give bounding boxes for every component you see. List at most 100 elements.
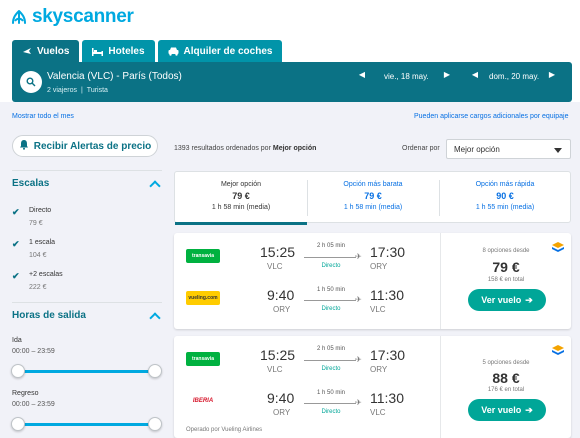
search-button[interactable] [20,71,42,93]
sort-tab-duration: 1 h 58 min (media) [211,204,271,211]
airline-logo: vueling.com [186,291,220,305]
chevron-up-icon[interactable] [149,180,161,192]
checkbox-one-stop[interactable]: ✔ [12,239,22,249]
airline-logo: transavia [186,249,220,263]
search-summary-bar[interactable]: Valencia (VLC) - París (Todos) 2 viajero… [12,62,572,102]
stops-label: Directo [321,366,341,372]
outbound-time-range: 00:00 – 23:59 [12,348,55,355]
airline-logo: transavia [186,352,220,366]
flight-duration: 2 h 05 min [316,243,346,249]
stops-option-label: +2 escalas [29,271,63,278]
outbound-date[interactable]: vie., 18 may. [384,72,429,81]
sort-by-value: Mejor opción [454,145,500,154]
flight-path-line [304,257,356,258]
route-text[interactable]: Valencia (VLC) - París (Todos) [47,71,182,82]
stops-option-price: 104 € [29,252,47,259]
departure-airport: ORY [273,408,291,417]
sort-tab-fastest[interactable]: Opción más rápida 90 € 1 h 55 min (media… [439,172,571,224]
tab-flights[interactable]: Vuelos [12,40,80,62]
arrival-airport: ORY [370,365,388,374]
flight-path-line [304,360,356,361]
sort-tab-price: 90 € [496,191,514,201]
sort-tab-duration: 1 h 55 min (media) [475,204,535,211]
outbound-next-day-arrow[interactable]: ▶ [442,70,452,79]
arrival-airport: VLC [370,408,386,417]
departure-airport: VLC [267,365,283,374]
arrival-time: 11:30 [370,287,404,303]
flight-duration: 2 h 05 min [316,346,346,352]
arrival-time: 11:30 [370,390,404,406]
arrow-right-icon: ➔ [525,294,533,305]
show-whole-month-link[interactable]: Mostrar todo el mes [12,113,74,120]
price-alert-label: Recibir Alertas de precio [33,140,152,152]
travelers-count: 2 viajeros [47,87,77,94]
stops-label: Directo [321,409,341,415]
return-next-day-arrow[interactable]: ▶ [547,70,557,79]
stops-label: Directo [321,263,341,269]
return-date[interactable]: dom., 20 may. [489,72,539,81]
plane-icon: ✈ [355,295,362,304]
chevron-up-icon[interactable] [149,312,161,324]
sort-tab-cheapest[interactable]: Opción más barata 79 € 1 h 58 min (media… [307,172,439,224]
plane-icon: ✈ [355,398,362,407]
outbound-time-label: Ida [12,337,22,344]
price: 79 € [492,259,520,275]
tab-hotels[interactable]: Hoteles [82,40,155,62]
stops-option-price: 222 € [29,284,47,291]
tab-hotels-label: Hoteles [108,45,145,57]
chevron-down-icon [554,148,562,153]
return-prev-day-arrow[interactable]: ◀ [470,70,480,79]
departure-times-filter-title[interactable]: Horas de salida [12,310,86,321]
sort-tabs: Mejor opción 79 € 1 h 58 min (media) Opc… [174,171,571,225]
passenger-summary[interactable]: 2 viajeros | Turista [47,87,108,94]
airline-logo: IBERIA [186,394,220,408]
plane-icon: ✈ [355,355,362,364]
active-tab-indicator [175,222,307,225]
arrival-airport: VLC [370,305,386,314]
flight-path-line [304,403,356,404]
car-icon [168,47,179,56]
deal-tag-icon [552,345,564,355]
outbound-slider-min-handle[interactable] [11,364,25,378]
return-slider-min-handle[interactable] [11,417,25,431]
return-slider-max-handle[interactable] [148,417,162,431]
flight-result-card[interactable]: transavia 15:25 VLC 2 h 05 min ✈ Directo… [174,233,571,329]
sort-by-select[interactable]: Mejor opción [446,139,571,159]
stops-label: Directo [321,306,341,312]
total-price: 176 € en total [487,387,525,393]
sort-tab-duration: 1 h 58 min (media) [343,204,403,211]
checkbox-two-plus-stops[interactable]: ✔ [12,271,22,281]
logo[interactable]: skyscanner [10,6,134,28]
outbound-slider-max-handle[interactable] [148,364,162,378]
return-time-slider[interactable] [18,423,156,426]
sidebar-divider [12,302,162,303]
sort-tab-best[interactable]: Mejor opción 79 € 1 h 58 min (media) [175,172,307,225]
view-flight-label: Ver vuelo [481,405,522,415]
view-flight-button[interactable]: Ver vuelo ➔ [468,399,546,421]
results-sort-name: Mejor opción [272,145,317,152]
flight-result-card[interactable]: transavia 15:25 VLC 2 h 05 min ✈ Directo… [174,336,571,438]
sort-tab-title: Opción más rápida [475,181,535,188]
logo-text: skyscanner [32,6,134,27]
skyscanner-logo-icon [12,10,26,24]
view-flight-button[interactable]: Ver vuelo ➔ [468,289,546,311]
price-alert-button[interactable]: Recibir Alertas de precio [12,135,158,157]
sidebar-divider [12,170,162,171]
flight-path-line [304,300,356,301]
outbound-prev-day-arrow[interactable]: ◀ [357,70,367,79]
departure-time: 9:40 [267,390,295,406]
arrival-time: 17:30 [370,244,406,260]
bed-icon [92,47,104,56]
sort-tab-price: 79 € [364,191,382,201]
sort-tab-title: Opción más barata [343,181,403,188]
arrival-airport: ORY [370,262,388,271]
sort-by-label: Ordenar por [402,145,440,152]
baggage-fees-link[interactable]: Pueden aplicarse cargos adicionales por … [414,113,569,120]
tab-flights-label: Vuelos [37,45,70,57]
outbound-time-slider[interactable] [18,370,156,373]
checkbox-direct[interactable]: ✔ [12,207,22,217]
tab-car-rental[interactable]: Alquiler de coches [157,40,283,62]
sort-tab-price: 79 € [232,191,250,201]
departure-airport: ORY [273,305,291,314]
stops-filter-title[interactable]: Escalas [12,178,49,189]
